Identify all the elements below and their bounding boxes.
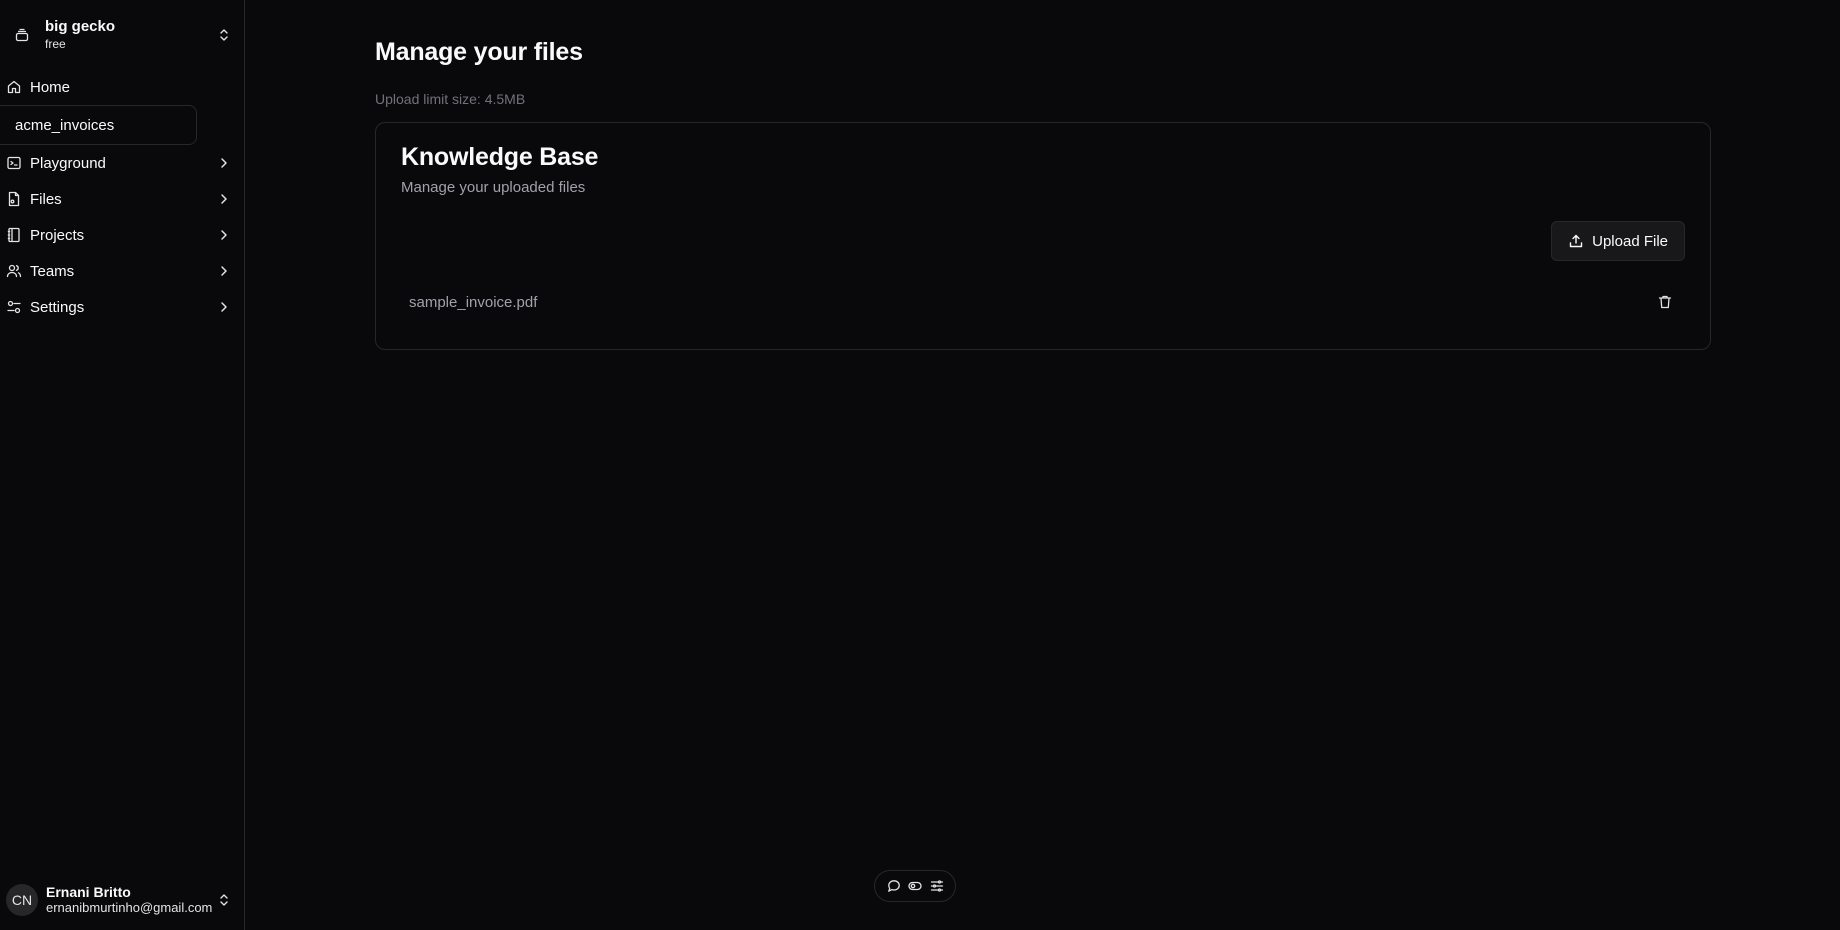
chevron-right-icon: [216, 227, 232, 243]
file-icon: [6, 191, 22, 207]
sidebar-item-playground[interactable]: Playground: [0, 145, 244, 181]
main-content: Manage your files Upload limit size: 4.5…: [245, 0, 1840, 930]
settings-lines-icon[interactable]: [928, 877, 946, 895]
card-description: Manage your uploaded files: [401, 179, 586, 196]
chevron-right-icon: [216, 191, 232, 207]
sidebar-item-teams[interactable]: Teams: [0, 253, 244, 289]
upload-icon: [1568, 233, 1584, 249]
users-icon: [6, 263, 22, 279]
file-row: sample_invoice.pdf: [401, 284, 1685, 320]
sidebar-item-label: Settings: [30, 298, 85, 316]
chevron-right-icon: [216, 155, 232, 171]
sidebar-nav: Home acme_invoices Playground Files Proj…: [0, 69, 244, 325]
sidebar-item-settings[interactable]: Settings: [0, 289, 244, 325]
sidebar-item-home[interactable]: Home: [0, 69, 244, 105]
app-root: big gecko free Home acme_invoices Playgr…: [0, 0, 1840, 930]
sidebar-item-projects[interactable]: Projects: [0, 217, 244, 253]
sidebar-item-label: Playground: [30, 154, 106, 172]
chevrons-up-down-icon: [216, 892, 232, 908]
upload-file-button[interactable]: Upload File: [1551, 221, 1685, 261]
chat-bubble-icon[interactable]: [885, 877, 903, 895]
page-title: Manage your files: [375, 38, 583, 66]
sidebar-item-label: Projects: [30, 226, 85, 244]
sidebar-item-label: Teams: [30, 262, 75, 280]
chevron-right-icon: [216, 263, 232, 279]
upload-file-label: Upload File: [1592, 232, 1668, 250]
sidebar-item-label: Files: [30, 190, 62, 208]
team-name: big gecko: [45, 18, 116, 36]
sidebar-item-files[interactable]: Files: [0, 181, 244, 217]
chevron-right-icon: [216, 299, 232, 315]
notebook-icon: [6, 227, 22, 243]
avatar: CN: [6, 884, 38, 916]
sliders-icon: [6, 299, 22, 315]
home-icon: [6, 79, 22, 95]
user-name: Ernani Britto: [46, 884, 131, 901]
card-title: Knowledge Base: [401, 143, 599, 171]
user-email: ernanibmurtinho@gmail.com: [46, 900, 213, 915]
sidebar-item-label: Home: [30, 78, 71, 96]
upload-limit-text: Upload limit size: 4.5MB: [375, 91, 526, 107]
trash-icon[interactable]: [1653, 290, 1677, 314]
layers-icon: [14, 27, 30, 43]
file-name[interactable]: sample_invoice.pdf: [409, 294, 1653, 311]
sidebar-project-selector[interactable]: acme_invoices: [0, 105, 197, 145]
user-menu[interactable]: CN Ernani Britto ernanibmurtinho@gmail.c…: [0, 878, 244, 922]
project-name: acme_invoices: [15, 116, 115, 134]
floating-toolbar: [874, 870, 956, 902]
team-plan: free: [45, 36, 66, 51]
toggle-icon[interactable]: [906, 877, 924, 895]
chevrons-up-down-icon: [216, 27, 232, 43]
sidebar: big gecko free Home acme_invoices Playgr…: [0, 0, 245, 930]
terminal-square-icon: [6, 155, 22, 171]
team-switcher[interactable]: big gecko free: [0, 9, 244, 61]
knowledge-base-card: Knowledge Base Manage your uploaded file…: [375, 122, 1711, 350]
